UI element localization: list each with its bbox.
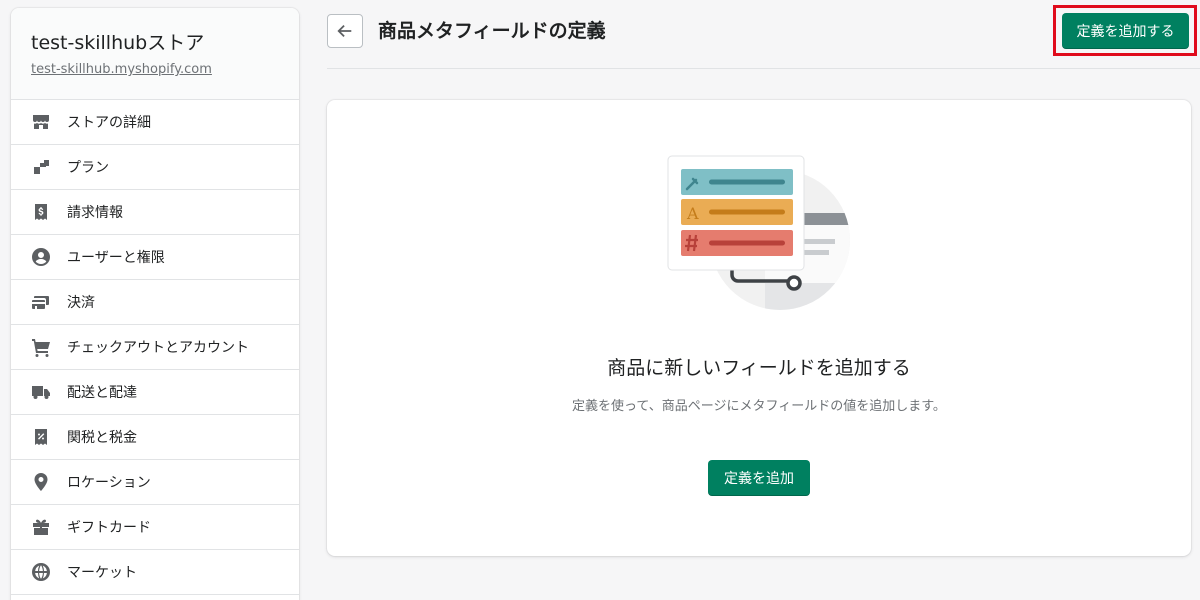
sidebar-item-label: プラン — [67, 160, 109, 176]
sidebar-item-markets[interactable]: マーケット — [11, 550, 299, 595]
truck-icon — [31, 382, 51, 402]
sidebar-item-label: チェックアウトとアカウント — [67, 340, 249, 356]
sidebar-item-payments[interactable]: 決済 — [11, 280, 299, 325]
store-name: test-skillhubストア — [31, 32, 205, 54]
sidebar-item-billing[interactable]: 請求情報 — [11, 190, 299, 235]
globe-icon — [31, 562, 51, 582]
metafields-illustration: A — [667, 155, 850, 310]
sidebar-item-plan[interactable]: プラン — [11, 145, 299, 190]
sidebar-item-taxes[interactable]: 関税と税金 — [11, 415, 299, 460]
sidebar-item-label: ストアの詳細 — [67, 115, 151, 131]
add-definition-button[interactable]: 定義を追加する — [1062, 13, 1189, 49]
header-divider — [327, 68, 1200, 69]
user-icon — [31, 247, 51, 267]
sidebar-item-store-details[interactable]: ストアの詳細 — [11, 100, 299, 145]
location-icon — [31, 472, 51, 492]
sidebar-item-label: ユーザーと権限 — [67, 250, 165, 266]
sidebar-item-label: 請求情報 — [67, 205, 123, 221]
empty-state-heading: 商品に新しいフィールドを追加する — [607, 357, 911, 379]
sidebar-item-label: マーケット — [67, 565, 137, 581]
cart-icon — [31, 337, 51, 357]
sidebar-item-users[interactable]: ユーザーと権限 — [11, 235, 299, 280]
sidebar-item-gift-cards[interactable]: ギフトカード — [11, 505, 299, 550]
sidebar-item-label: ギフトカード — [67, 520, 151, 536]
billing-icon — [31, 202, 51, 222]
sidebar-item-locations[interactable]: ロケーション — [11, 460, 299, 505]
page-title: 商品メタフィールドの定義 — [378, 20, 606, 42]
empty-state-description: 定義を使って、商品ページにメタフィールドの値を追加します。 — [572, 399, 946, 414]
arrow-left-icon — [337, 24, 352, 38]
plan-icon — [31, 157, 51, 177]
sidebar-item-label: 関税と税金 — [67, 430, 137, 446]
store-header: test-skillhubストア test-skillhub.myshopify… — [11, 8, 299, 100]
svg-text:A: A — [686, 204, 699, 223]
payments-icon — [31, 292, 51, 312]
back-button[interactable] — [327, 14, 363, 48]
add-definition-card-button[interactable]: 定義を追加 — [708, 460, 810, 496]
empty-state-card: A 商品に新しいフィールドを追加する 定義を使って、商品ページにメタフィールドの… — [327, 100, 1191, 556]
sidebar-item-checkout[interactable]: チェックアウトとアカウント — [11, 325, 299, 370]
tax-icon — [31, 427, 51, 447]
sidebar-item-label: 配送と配達 — [67, 385, 137, 401]
sidebar-item-shipping[interactable]: 配送と配達 — [11, 370, 299, 415]
settings-sidebar: test-skillhubストア test-skillhub.myshopify… — [11, 8, 299, 600]
sidebar-item-label: ロケーション — [67, 475, 151, 491]
sidebar-item-label: 決済 — [67, 295, 95, 311]
store-icon — [31, 112, 51, 132]
store-url-link[interactable]: test-skillhub.myshopify.com — [31, 62, 212, 77]
gift-icon — [31, 517, 51, 537]
